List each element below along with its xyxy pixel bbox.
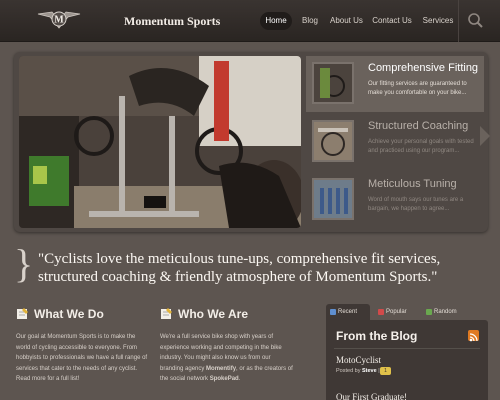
panel-description: Our fitting services are guaranteed to m… [368, 81, 467, 96]
post-author-link[interactable]: Steve [362, 368, 377, 374]
nav-about-us[interactable]: About Us [330, 12, 363, 30]
random-icon [426, 309, 432, 315]
who-we-are-title: Who We Are [178, 307, 249, 321]
panel-title: Comprehensive Fitting [368, 62, 479, 74]
comment-count-badge[interactable]: 1 [380, 367, 391, 375]
tagline-quote: "Cyclists love the meticulous tune-ups, … [38, 251, 441, 285]
who-we-are-text: We're a full service bike shop with year… [160, 332, 295, 385]
panel-title: Structured Coaching [368, 120, 469, 132]
nav-services[interactable]: Services [422, 12, 454, 30]
featured-slider: Comprehensive Fitting Our fitting servic… [14, 52, 490, 232]
site-title[interactable]: Momentum Sports [124, 14, 220, 29]
slider-panel-tuning[interactable]: Meticulous Tuning Word of mouth says our… [306, 172, 484, 228]
pencil-note-icon [160, 307, 173, 320]
divider [334, 348, 480, 349]
tab-label: Random [434, 309, 457, 315]
slider-panel-coaching[interactable]: Structured Coaching Achieve your persona… [306, 114, 484, 170]
network-link[interactable]: SpokePad [210, 376, 239, 382]
nav-blog[interactable]: Blog [300, 12, 320, 30]
tab-label: Popular [386, 309, 407, 315]
what-we-do-text: Our goal at Momentum Sports is to make t… [16, 334, 148, 382]
tab-random[interactable]: Random [422, 304, 468, 320]
section-title: Who We Are [160, 306, 248, 322]
tab-label: Recent [338, 309, 358, 315]
rss-icon[interactable] [468, 330, 479, 342]
panel-description: Word of mouth says our tunes are a barga… [368, 197, 464, 212]
post-title-link[interactable]: MotoCyclist [336, 355, 381, 365]
agency-link[interactable]: Momentify [206, 366, 236, 372]
blog-widget-title: From the Blog [336, 329, 418, 343]
blog-tabs: Recent Popular Random [326, 304, 486, 320]
slider-panel-fitting[interactable]: Comprehensive Fitting Our fitting servic… [306, 56, 484, 112]
search-button[interactable] [465, 10, 487, 32]
logo[interactable]: M [36, 8, 82, 32]
nav-contact-us[interactable]: Contact Us [372, 12, 412, 30]
post-title-link[interactable]: Our First Graduate! [336, 392, 407, 400]
site-header: M Momentum Sports Home Blog About Us Con… [0, 0, 500, 42]
what-we-do-title: What We Do [34, 307, 104, 321]
posted-by-label: Posted by [336, 368, 361, 374]
tab-popular[interactable]: Popular [374, 304, 420, 320]
quote-brace-icon: } [14, 241, 34, 286]
post-meta: Posted by Steve | [336, 368, 380, 374]
tab-recent[interactable]: Recent [326, 304, 370, 320]
search-icon [468, 13, 483, 28]
thumb-coaching [312, 120, 354, 162]
who-we-are-text-part: . [238, 376, 241, 382]
blog-widget: From the Blog MotoCyclist Posted by Stev… [326, 320, 488, 400]
pencil-note-icon [16, 307, 29, 320]
slide-photo-bike-fitting[interactable] [19, 56, 301, 228]
popular-icon [378, 309, 384, 315]
thumb-fitting [312, 62, 354, 104]
recent-icon [330, 309, 336, 315]
svg-text:M: M [54, 15, 64, 26]
search-divider [458, 0, 459, 42]
section-title: What We Do [16, 306, 104, 322]
panel-title: Meticulous Tuning [368, 178, 457, 190]
panel-description: Achieve your personal goals with tested … [368, 139, 474, 154]
nav-home[interactable]: Home [260, 12, 292, 30]
thumb-tuning [312, 178, 354, 220]
